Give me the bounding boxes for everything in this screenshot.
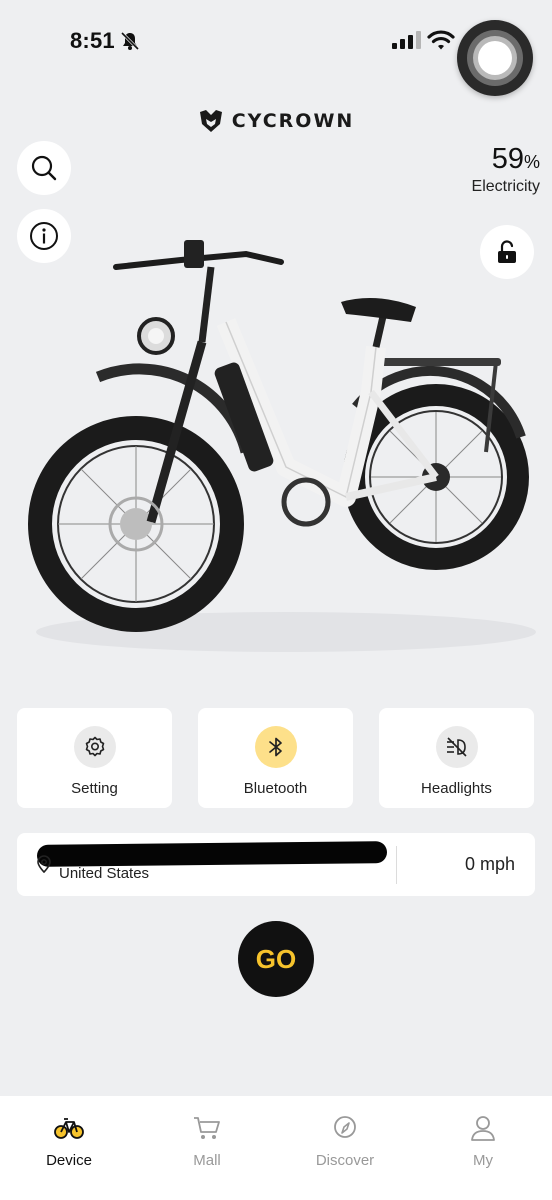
bell-muted-icon — [120, 31, 140, 51]
brand-name: CYCROWN — [231, 110, 355, 132]
setting-label: Setting — [71, 780, 118, 797]
location-speed-panel: United States 0 mph — [17, 833, 535, 896]
tab-my[interactable]: My — [438, 1114, 528, 1169]
helmet-logo-icon — [199, 110, 222, 132]
tab-my-label: My — [473, 1152, 493, 1169]
ebike-image — [28, 240, 536, 652]
speed-readout: 0 mph — [464, 854, 515, 874]
go-button[interactable]: GO — [238, 921, 314, 997]
user-icon — [471, 1116, 495, 1141]
battery-percent: 59 — [491, 143, 524, 175]
setting-card[interactable]: Setting — [17, 708, 172, 808]
bluetooth-card[interactable]: Bluetooth — [198, 708, 353, 808]
tab-discover-label: Discover — [315, 1152, 375, 1169]
cellular-signal-icon — [392, 31, 421, 49]
status-time: 8:51 — [70, 28, 115, 53]
location-country: United States — [59, 865, 150, 882]
gear-icon — [73, 726, 116, 768]
status-bar: 8:51 — [0, 0, 552, 96]
bike-icon — [54, 1118, 84, 1139]
divider — [396, 846, 397, 884]
headlights-label: Headlights — [421, 780, 492, 797]
brand-logo: CYCROWN — [0, 108, 552, 134]
search-button[interactable] — [17, 141, 71, 195]
redacted-address — [36, 841, 388, 867]
wifi-icon — [427, 30, 455, 50]
battery-indicator: 59% Electricity — [472, 143, 540, 196]
cart-icon — [194, 1117, 220, 1139]
tab-mall[interactable]: Mall — [162, 1114, 252, 1169]
bluetooth-label: Bluetooth — [243, 780, 308, 797]
headlights-card[interactable]: Headlights — [379, 708, 534, 808]
battery-label: Electricity — [471, 178, 540, 195]
headlight-off-icon — [435, 726, 478, 768]
tab-discover[interactable]: Discover — [300, 1114, 390, 1169]
tab-device[interactable]: Device — [24, 1114, 114, 1169]
search-icon — [31, 155, 57, 181]
location-pin-icon — [37, 855, 51, 873]
bluetooth-icon — [254, 726, 297, 768]
assistive-touch-button[interactable] — [457, 20, 533, 96]
tab-mall-label: Mall — [193, 1152, 221, 1169]
battery-percent-unit: % — [523, 152, 540, 172]
tab-device-label: Device — [46, 1152, 92, 1169]
compass-icon — [334, 1116, 356, 1138]
bottom-tab-bar: Device Mall Discover My — [0, 1096, 552, 1200]
